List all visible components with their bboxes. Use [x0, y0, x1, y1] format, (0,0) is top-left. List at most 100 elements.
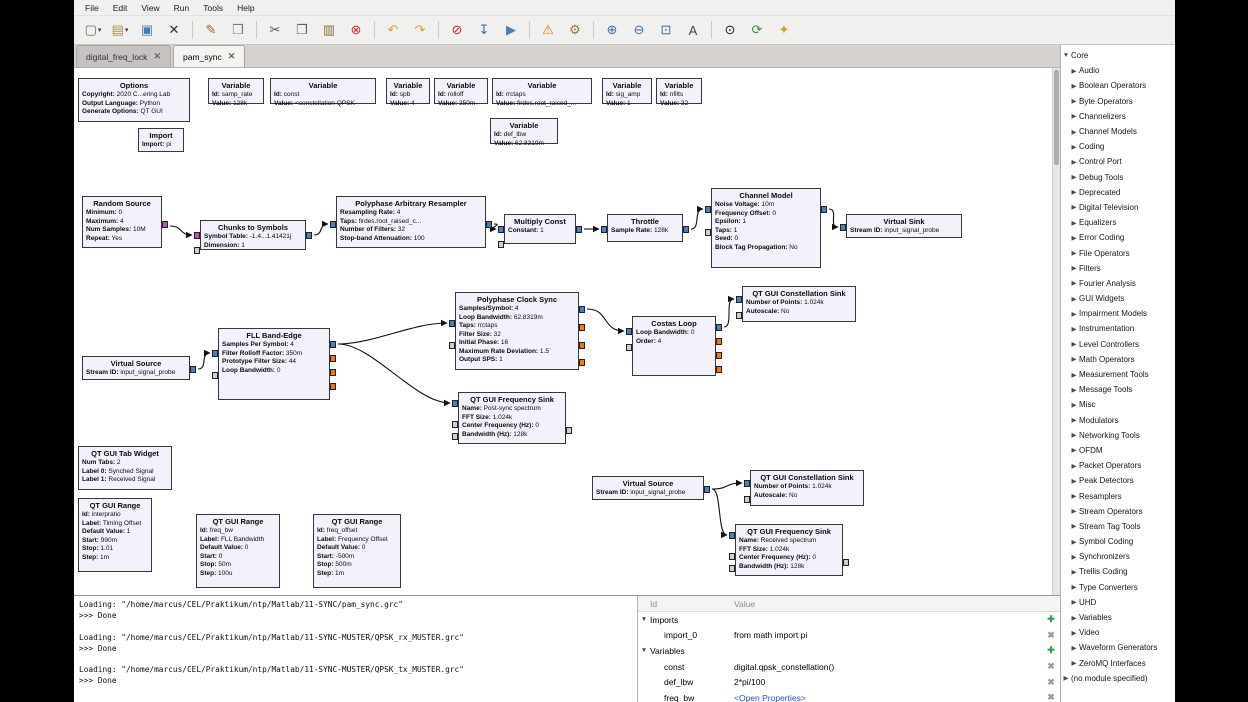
library-category-channelizers[interactable]: ▶Channelizers [1061, 109, 1175, 124]
library-category-modulators[interactable]: ▶Modulators [1061, 413, 1175, 428]
block-variable_nfilts[interactable]: VariableId: nfiltsValue: 32 [656, 78, 702, 104]
library-category-message-tools[interactable]: ▶Message Tools [1061, 382, 1175, 397]
expander-closed-icon[interactable]: ▶ [1069, 203, 1079, 211]
toggle-block-ids-button[interactable]: A [680, 19, 706, 41]
zoom-out-button[interactable]: ⊖ [626, 19, 652, 41]
expander-closed-icon[interactable]: ▶ [1069, 188, 1079, 196]
expander-closed-icon[interactable]: ▶ [1069, 446, 1079, 454]
connection[interactable] [338, 323, 447, 344]
save-file-button[interactable]: ▣ [134, 19, 160, 41]
input-port[interactable] [705, 206, 711, 213]
output-port[interactable] [579, 342, 585, 349]
library-category-instrumentation[interactable]: ▶Instrumentation [1061, 321, 1175, 336]
varpanel-group-variables[interactable]: ▼Variables✚ [638, 643, 1060, 659]
expander-closed-icon[interactable]: ▶ [1069, 598, 1079, 606]
expander-closed-icon[interactable]: ▶ [1069, 325, 1079, 333]
input-port[interactable] [498, 226, 504, 233]
menu-tools[interactable]: Tools [196, 3, 230, 13]
output-port[interactable] [579, 324, 585, 331]
input-port[interactable] [744, 480, 750, 487]
block-virtual_source_2[interactable]: Virtual SourceStream ID: input_signal_pr… [592, 476, 704, 500]
block-variable_def_lbw[interactable]: VariableId: def_lbwValue: 62.8319m [490, 118, 558, 144]
expander-closed-icon[interactable]: ▶ [1061, 674, 1071, 682]
remove-def-lbw-button[interactable]: ✖ [1042, 677, 1060, 688]
block-qtgui_range_freq_bw[interactable]: QT GUI RangeId: freq_bwLabel: FLL Bandwi… [196, 514, 280, 588]
block-variable_spb[interactable]: VariableId: spbValue: 4 [386, 78, 430, 104]
output-port[interactable] [716, 366, 722, 373]
view-errors-button[interactable]: ⚠ [535, 19, 561, 41]
expander-closed-icon[interactable]: ▶ [1069, 158, 1079, 166]
library-category-networking-tools[interactable]: ▶Networking Tools [1061, 428, 1175, 443]
block-channel_model[interactable]: Channel ModelNoise Voltage: 10mFrequency… [711, 188, 821, 268]
expander-closed-icon[interactable]: ▶ [1069, 128, 1079, 136]
tab-digital-freq-lock[interactable]: digital_freq_lock✕ [76, 45, 171, 67]
block-variable_samp_rate[interactable]: VariableId: samp_rateValue: 128k [208, 78, 264, 104]
library-category-fourier-analysis[interactable]: ▶Fourier Analysis [1061, 276, 1175, 291]
library-category-misc[interactable]: ▶Misc [1061, 397, 1175, 412]
screen-capture-button[interactable]: ❒ [225, 19, 251, 41]
library-category-debug-tools[interactable]: ▶Debug Tools [1061, 170, 1175, 185]
library-category-coding[interactable]: ▶Coding [1061, 139, 1175, 154]
input-port[interactable] [601, 226, 607, 233]
output-port[interactable] [716, 352, 722, 359]
expander-closed-icon[interactable]: ▶ [1069, 568, 1079, 576]
output-port[interactable] [162, 221, 168, 228]
expander-closed-icon[interactable]: ▶ [1069, 629, 1079, 637]
find-block-button[interactable]: ⊙ [717, 19, 743, 41]
cut-button[interactable]: ✂ [262, 19, 288, 41]
menu-edit[interactable]: Edit [106, 3, 135, 13]
library-category-resamplers[interactable]: ▶Resamplers [1061, 488, 1175, 503]
input-port[interactable] [452, 400, 458, 407]
remove-freq-bw-button[interactable]: ✖ [1042, 692, 1060, 702]
output-port[interactable] [330, 355, 336, 362]
expander-closed-icon[interactable]: ▶ [1069, 462, 1079, 470]
scrollbar-thumb[interactable] [1054, 70, 1059, 165]
expander-closed-icon[interactable]: ▶ [1069, 522, 1079, 530]
output-port[interactable] [843, 559, 849, 566]
kill-flowgraph-button[interactable]: ⊘ [444, 19, 470, 41]
block-costas_loop[interactable]: Costas LoopLoop Bandwidth: 0Order: 4 [632, 316, 716, 376]
redo-button[interactable]: ↷ [407, 19, 433, 41]
block-polyphase_arb_resampler[interactable]: Polyphase Arbitrary ResamplerResampling … [336, 196, 486, 248]
input-port[interactable] [729, 565, 735, 572]
output-port[interactable] [190, 366, 196, 373]
library-category-symbol-coding[interactable]: ▶Symbol Coding [1061, 534, 1175, 549]
block-multiply_const[interactable]: Multiply ConstConstant: 1 [504, 214, 576, 244]
open-file-button[interactable]: ▤▾ [107, 19, 133, 41]
library-category-measurement-tools[interactable]: ▶Measurement Tools [1061, 367, 1175, 382]
input-port[interactable] [729, 553, 735, 560]
input-port[interactable] [452, 421, 458, 428]
expander-open-icon[interactable]: ▼ [638, 616, 650, 623]
varpanel-group-imports[interactable]: ▼Imports✚ [638, 612, 1060, 628]
block-virtual_source[interactable]: Virtual SourceStream ID: input_signal_pr… [82, 356, 190, 380]
output-port[interactable] [716, 338, 722, 345]
expander-closed-icon[interactable]: ▶ [1069, 340, 1079, 348]
library-category-core[interactable]: ▼ Core [1061, 48, 1175, 63]
new-file-button[interactable]: ▢▾ [80, 19, 106, 41]
input-port[interactable] [498, 241, 504, 248]
execute-flowgraph-button[interactable]: ▶ [498, 19, 524, 41]
block-qtgui_const_sink_1[interactable]: QT GUI Constellation SinkNumber of Point… [742, 286, 856, 322]
expander-closed-icon[interactable]: ▶ [1069, 492, 1079, 500]
block-qtgui_tab_widget[interactable]: QT GUI Tab WidgetNum Tabs: 2Label 0: Syn… [78, 446, 172, 490]
expander-closed-icon[interactable]: ▶ [1069, 355, 1079, 363]
add-imports-button[interactable]: ✚ [1042, 614, 1060, 625]
library-category-variables[interactable]: ▶Variables [1061, 610, 1175, 625]
expander-closed-icon[interactable]: ▶ [1069, 614, 1079, 622]
input-port[interactable] [449, 320, 455, 327]
close-file-button[interactable]: ✕ [161, 19, 187, 41]
output-port[interactable] [716, 324, 722, 331]
output-port[interactable] [576, 226, 582, 233]
expander-open-icon[interactable]: ▼ [1061, 52, 1071, 59]
input-port[interactable] [736, 312, 742, 319]
input-port[interactable] [194, 247, 200, 254]
varpanel-item-def-lbw[interactable]: def_lbw2*pi/100✖ [638, 674, 1060, 690]
flowgraph-canvas[interactable]: OptionsCopyright: 2020 C...ering LabOutp… [74, 68, 1052, 595]
output-port[interactable] [566, 427, 572, 434]
library-category-impairment-models[interactable]: ▶Impairment Models [1061, 306, 1175, 321]
input-port[interactable] [194, 232, 200, 239]
expander-closed-icon[interactable]: ▶ [1069, 112, 1079, 120]
library-category-packet-operators[interactable]: ▶Packet Operators [1061, 458, 1175, 473]
reload-blocks-button[interactable]: ⟳ [744, 19, 770, 41]
library-category-math-operators[interactable]: ▶Math Operators [1061, 352, 1175, 367]
